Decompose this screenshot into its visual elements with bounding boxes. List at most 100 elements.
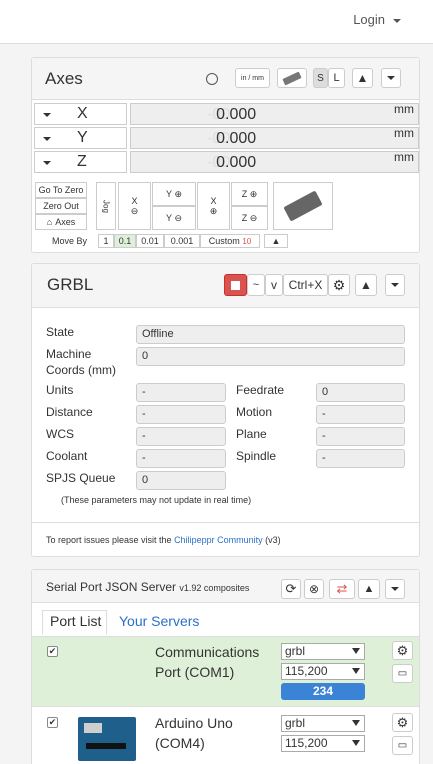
- minus-circle-icon: ⊖: [174, 212, 183, 223]
- feedrate-label: Feedrate: [236, 383, 285, 397]
- axis-z-dropdown[interactable]: Z: [34, 151, 127, 173]
- gear-icon: ⚙: [396, 714, 409, 730]
- jog-x-plus-button[interactable]: X ⊕: [197, 182, 230, 230]
- axis-y-dropdown[interactable]: Y: [34, 127, 127, 149]
- port-checkbox[interactable]: ✔: [47, 646, 58, 657]
- grbl-title: GRBL: [47, 275, 94, 294]
- axis-z-value: -000.000 mm: [130, 150, 419, 173]
- custom-value: 10: [242, 236, 252, 246]
- chevron-up-icon: ▲: [271, 236, 281, 246]
- units-label: Units: [46, 383, 74, 397]
- queue-value: 0: [136, 471, 226, 490]
- axis-label: X: [131, 195, 138, 206]
- go-to-zero-button[interactable]: Go To Zero: [35, 182, 87, 198]
- axis-label: Z: [241, 189, 248, 199]
- step-0-1-button[interactable]: 0.1: [114, 234, 136, 248]
- buffer-select[interactable]: grbl: [281, 643, 365, 660]
- baud-value: 115,200: [285, 736, 328, 750]
- units-value: -: [136, 383, 226, 402]
- step-0-001-button[interactable]: 0.001: [164, 234, 200, 248]
- distance-value: -: [136, 405, 226, 424]
- port-row: ✔ Communications Port (COM1) grbl 115,20…: [32, 636, 419, 706]
- buffer-select[interactable]: grbl: [281, 715, 365, 732]
- baud-select[interactable]: 115,200: [281, 735, 365, 752]
- zero-out-button[interactable]: Zero Out: [35, 198, 87, 214]
- reset-button[interactable]: Ctrl+X: [283, 274, 328, 296]
- port-settings-button[interactable]: ⚙: [392, 641, 413, 660]
- login-dropdown[interactable]: Login: [353, 12, 401, 27]
- settings-button[interactable]: ⚙: [328, 274, 350, 296]
- refresh-button[interactable]: ⟳: [281, 579, 301, 599]
- axis-unit: mm: [394, 126, 414, 140]
- l-button[interactable]: L: [328, 68, 345, 88]
- caret-icon: [352, 668, 360, 674]
- gear-icon: ⚙: [332, 276, 346, 293]
- tilde-button[interactable]: ~: [247, 274, 265, 296]
- gear-icon: ⚙: [396, 642, 409, 658]
- tab-your-servers[interactable]: Your Servers: [119, 613, 199, 629]
- tab-port-list[interactable]: Port List: [42, 610, 107, 634]
- spjs-header: Serial Port JSON Server v1.92 composites…: [32, 570, 419, 603]
- step-increase-button[interactable]: ▲: [264, 234, 288, 248]
- jog-z-plus-button[interactable]: Z ⊕: [231, 182, 268, 206]
- axes-home-button[interactable]: ⌂ Axes: [35, 214, 87, 230]
- port-settings-button[interactable]: ⚙: [392, 713, 413, 732]
- community-link[interactable]: Chilipeppr Community: [174, 535, 263, 545]
- grbl-panel: GRBL ~ v Ctrl+X ⚙ ▲ State Offline Machin…: [31, 263, 420, 557]
- axis-row-y: Y -000.000 mm: [34, 126, 419, 151]
- custom-label: Custom: [208, 236, 240, 246]
- spjs-version: v1.92 composites: [179, 583, 250, 593]
- axis-row-x: X -000.000 mm: [34, 102, 419, 127]
- console-icon: ▭: [397, 668, 408, 679]
- stop-button[interactable]: [224, 274, 247, 296]
- v-button[interactable]: v: [265, 274, 283, 296]
- axis-x-dropdown[interactable]: X: [34, 103, 127, 125]
- port-console-button[interactable]: ▭: [392, 736, 413, 755]
- machine-coords-value: 0: [136, 347, 405, 366]
- plus-circle-icon: ⊕: [249, 188, 258, 199]
- ruler-icon: [282, 71, 302, 85]
- retweet-icon: ⇄: [336, 581, 348, 596]
- jog-z-minus-button[interactable]: Z ⊖: [231, 206, 268, 230]
- s-button[interactable]: S: [313, 68, 328, 88]
- baud-select[interactable]: 115,200: [281, 663, 365, 680]
- units-toggle-button[interactable]: in / mm: [235, 68, 270, 88]
- jog-y-plus-button[interactable]: Y ⊕: [152, 182, 196, 206]
- port-console-button[interactable]: ▭: [392, 664, 413, 683]
- caret-icon: [352, 648, 360, 654]
- plane-value: -: [316, 427, 405, 446]
- top-navbar: Login: [0, 0, 433, 44]
- step-0-01-button[interactable]: 0.01: [136, 234, 164, 248]
- coolant-value: -: [136, 449, 226, 468]
- port-checkbox[interactable]: ✔: [47, 717, 58, 728]
- stop-server-button[interactable]: ⊗: [304, 579, 324, 599]
- axis-label: Y: [165, 189, 172, 199]
- axis-label: Z: [241, 213, 248, 223]
- step-custom-button[interactable]: Custom 10: [200, 234, 260, 248]
- axis-y-value: -000.000 mm: [130, 126, 419, 149]
- minus-circle-icon: ⊖: [249, 212, 258, 223]
- collapse-up-button[interactable]: ▲: [352, 68, 373, 88]
- jog-label: Jog: [96, 182, 116, 230]
- axis-value: 0.000: [216, 154, 257, 171]
- buffer-value: grbl: [285, 716, 306, 730]
- clock-icon[interactable]: [206, 73, 218, 85]
- jog-keyboard-button[interactable]: [273, 182, 333, 230]
- collapse-up-button[interactable]: ▲: [355, 274, 377, 296]
- axes-menu-button[interactable]: [381, 68, 401, 88]
- spjs-menu-button[interactable]: [385, 579, 405, 599]
- machine-coords-label: Machine Coords (mm): [46, 347, 117, 377]
- update-note: (These parameters may not update in real…: [61, 495, 252, 505]
- step-1-button[interactable]: 1: [98, 234, 114, 248]
- ruler-button[interactable]: [277, 68, 307, 88]
- collapse-up-button[interactable]: ▲: [358, 579, 380, 599]
- axis-label: X: [77, 105, 88, 122]
- buffer-count-bar: 234: [281, 683, 365, 700]
- motion-value: -: [316, 405, 405, 424]
- grbl-menu-button[interactable]: [385, 274, 405, 296]
- jog-y-minus-button[interactable]: Y ⊖: [152, 206, 196, 230]
- reconnect-button[interactable]: ⇄: [329, 579, 355, 599]
- jog-x-minus-button[interactable]: X ⊖: [118, 182, 151, 230]
- state-value: Offline: [136, 325, 405, 344]
- arduino-board-image: [78, 717, 136, 761]
